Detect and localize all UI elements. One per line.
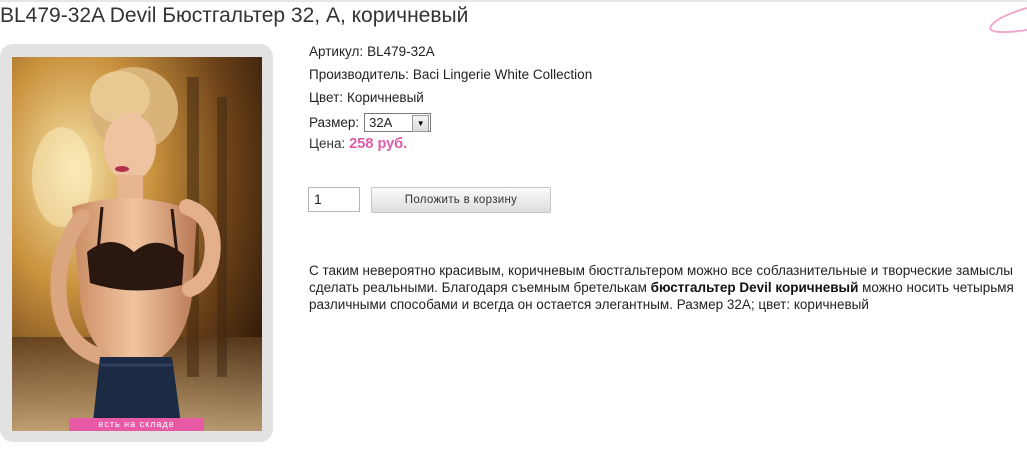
description-bold: бюстгальтер Devil коричневый — [650, 280, 859, 295]
price-value: 258 руб. — [349, 136, 408, 152]
pink-curve-icon — [989, 7, 1027, 34]
article-row: Артикул: BL479-32A — [309, 42, 592, 65]
product-info: Артикул: BL479-32A Производитель: Baci Lin… — [309, 42, 592, 157]
manufacturer-value: Baci Lingerie White Collection — [412, 67, 593, 82]
color-row: Цвет: Коричневый — [309, 88, 592, 111]
size-row: Размер: 32A ▼ — [309, 111, 592, 134]
manufacturer-label: Производитель: — [309, 67, 409, 82]
article-label: Артикул: — [309, 44, 364, 59]
triangle-down-icon[interactable]: ▼ — [412, 115, 430, 132]
quantity-input[interactable]: 1 — [308, 187, 360, 212]
size-select-value: 32A — [369, 115, 393, 130]
product-title: BL479-32A Devil Бюстгальтер 32, A, корич… — [0, 4, 469, 27]
price-row: Цена: 258 руб. — [309, 134, 592, 157]
product-description: С таким невероятно красивым, коричневым … — [309, 262, 1027, 313]
price-label: Цена: — [309, 136, 346, 151]
color-value: Коричневый — [347, 90, 424, 105]
top-divider — [0, 0, 1027, 2]
size-label: Размер: — [309, 115, 360, 130]
size-select[interactable]: 32A ▼ — [364, 113, 432, 132]
manufacturer-row: Производитель: Baci Lingerie White Collec… — [309, 65, 592, 88]
color-label: Цвет: — [309, 90, 344, 105]
article-value: BL479-32A — [367, 44, 435, 59]
product-image-frame: есть на складе — [0, 44, 273, 442]
product-image[interactable]: есть на складе — [12, 57, 262, 431]
in-stock-badge: есть на складе — [69, 418, 204, 431]
add-to-cart-button[interactable]: Положить в корзину — [371, 187, 551, 213]
